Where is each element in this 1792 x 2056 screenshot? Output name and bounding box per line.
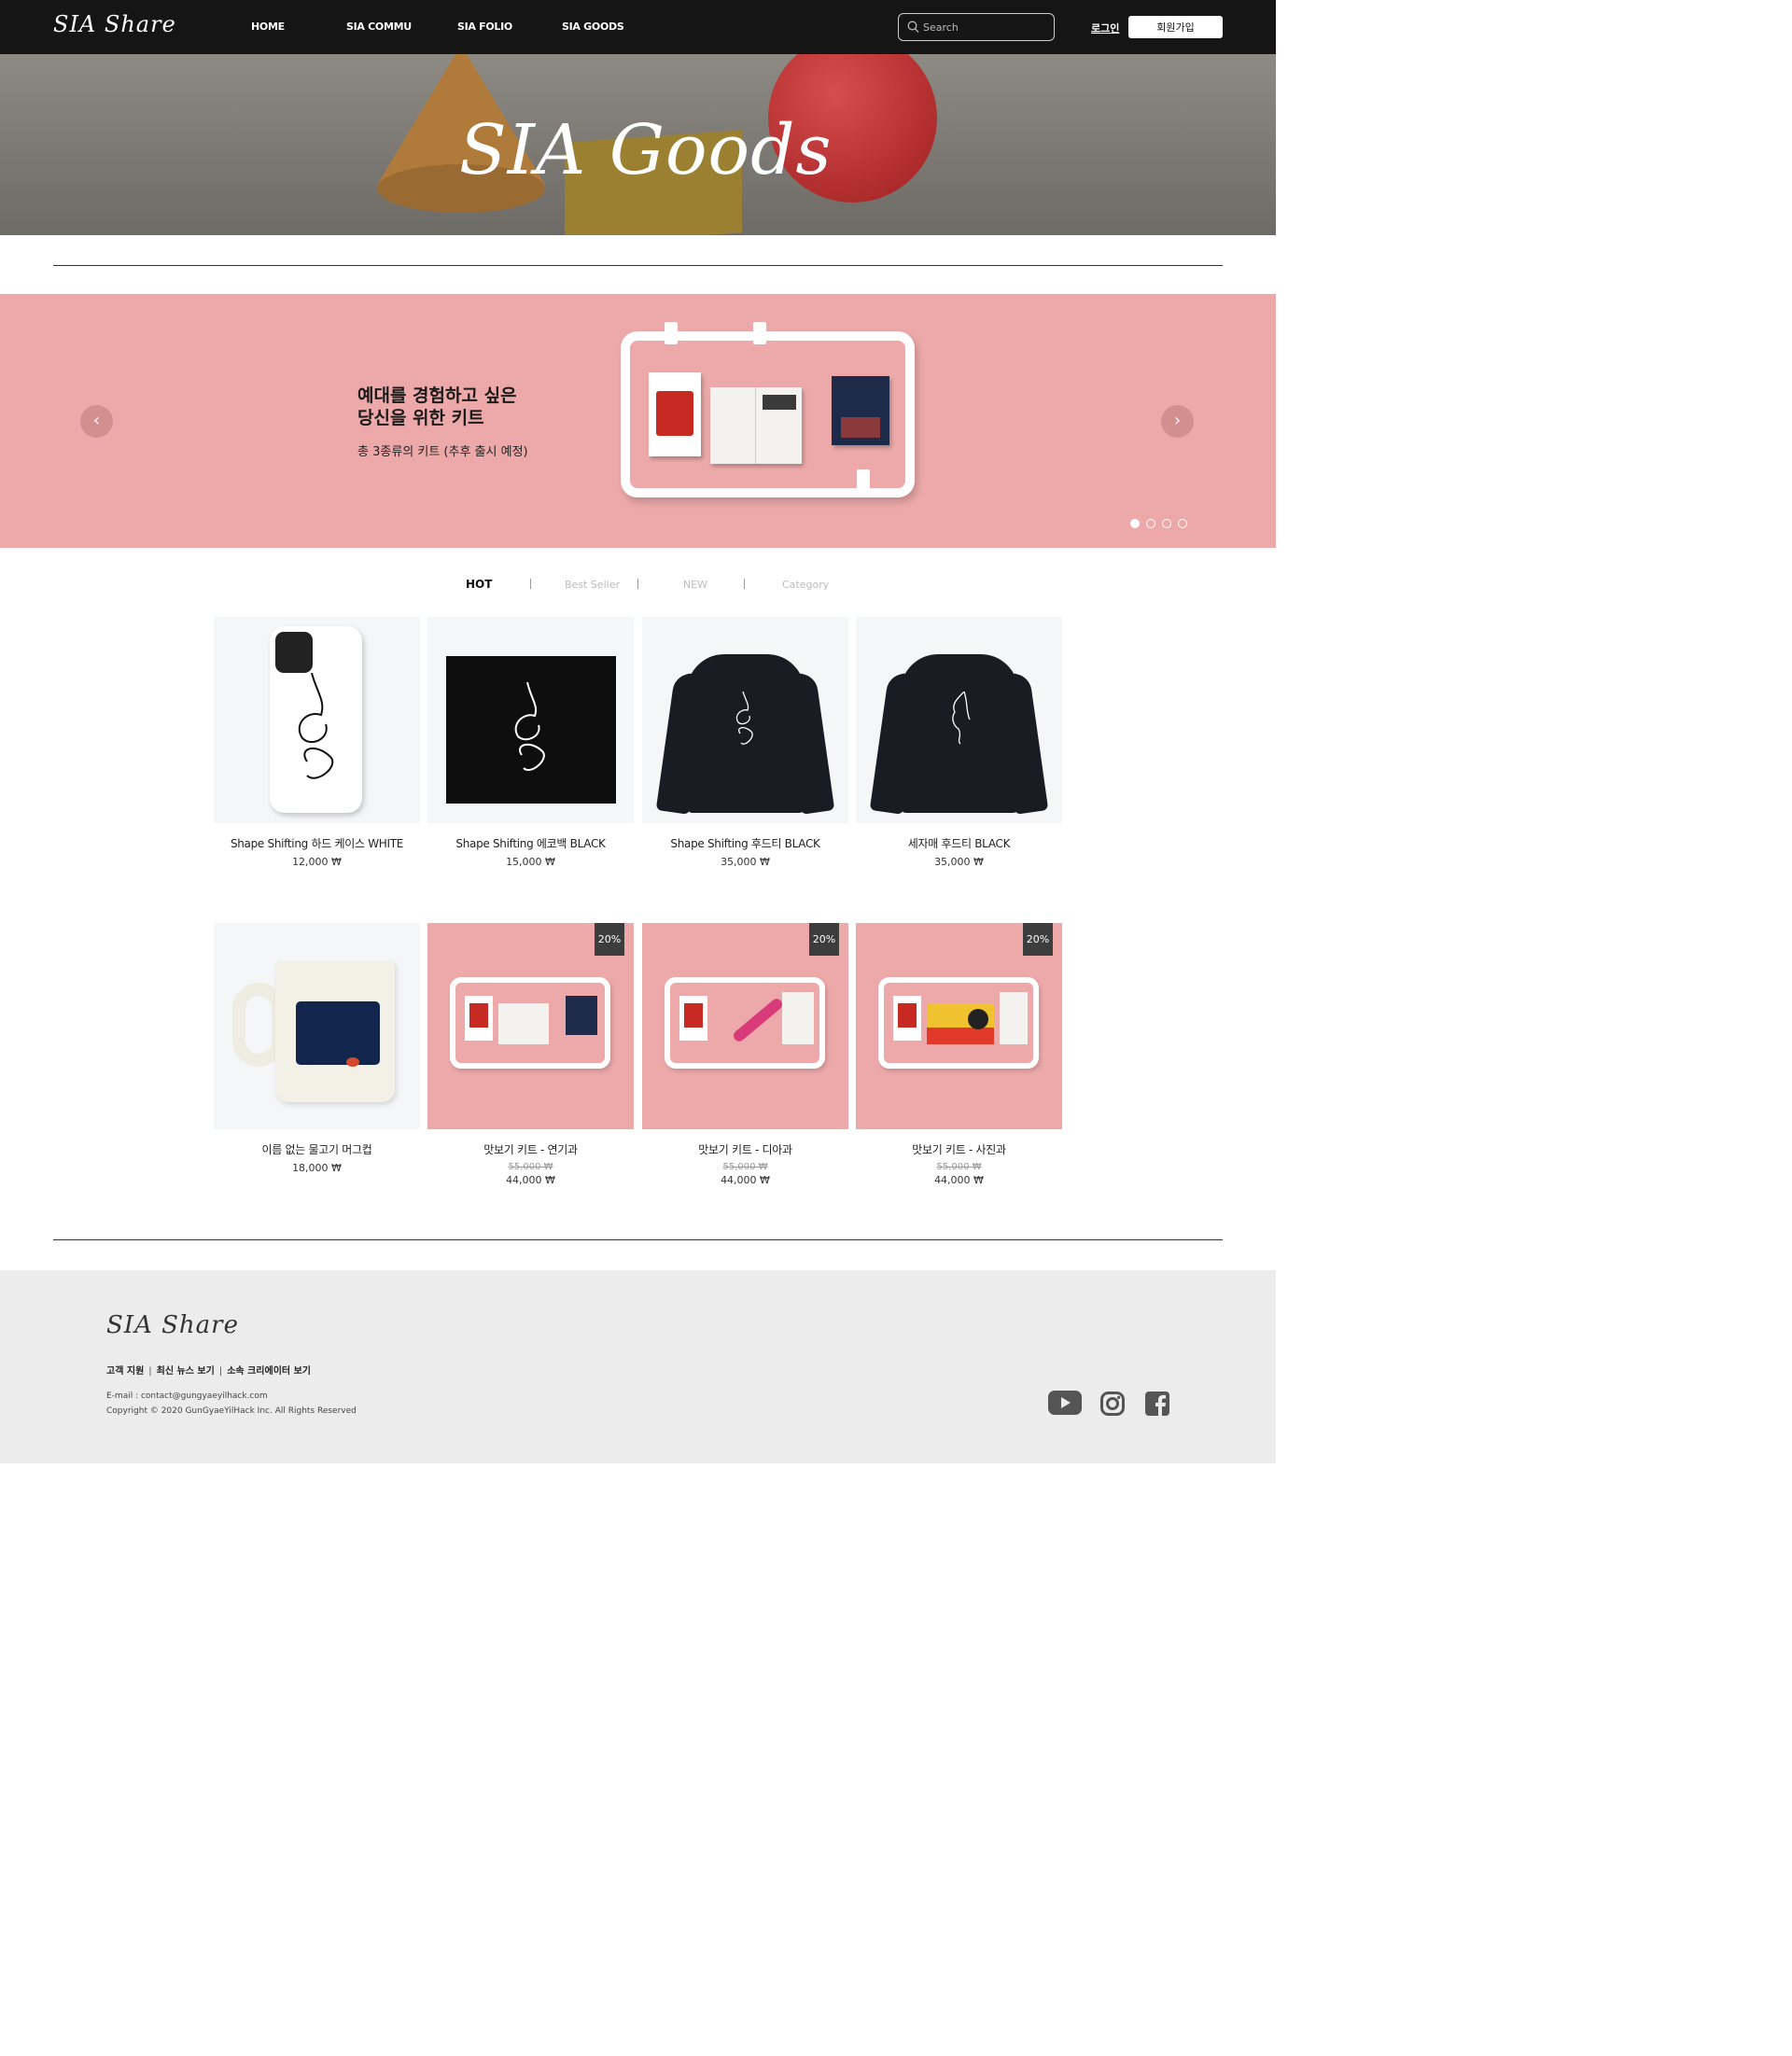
product-image[interactable]: 20% — [856, 923, 1062, 1129]
footer-logo[interactable]: SIA Share — [106, 1311, 239, 1339]
tab-new[interactable]: NEW — [683, 579, 707, 591]
facebook-icon[interactable] — [1145, 1392, 1169, 1416]
product-price: 44,000 ₩ — [934, 1174, 984, 1186]
site-footer: SIA Share 고객 지원 | 최신 뉴스 보기 | 소속 크리에이터 보기 E-m… — [0, 1270, 1276, 1463]
nav-sia-folio[interactable]: SIA FOLIO — [457, 21, 512, 33]
kit-frame-image — [665, 977, 825, 1069]
carousel-dot[interactable] — [1162, 519, 1171, 528]
face-line-art-icon — [514, 682, 545, 771]
tab-separator — [637, 579, 638, 589]
kit-frame-image — [450, 977, 610, 1069]
footer-link-support[interactable]: 고객 지원 — [106, 1366, 144, 1377]
promo-carousel: ‹ 예대를 경험하고 싶은 당신을 위한 키트 총 3종류의 키트 (추후 출시… — [0, 294, 1276, 548]
product-image[interactable] — [427, 617, 634, 823]
footer-email: E-mail : contact@gungyaeyilhack.com — [106, 1392, 268, 1401]
product-card[interactable]: 세자매 후드티 BLACK 35,000 ₩ — [856, 617, 1062, 868]
product-name[interactable]: 맛보기 키트 - 사진과 — [856, 1141, 1062, 1157]
kit-book-image — [710, 387, 802, 464]
search-input[interactable] — [923, 19, 1049, 35]
footer-link-creators[interactable]: 소속 크리에이터 보기 — [227, 1366, 311, 1377]
carousel-prev-button[interactable]: ‹ — [80, 405, 113, 438]
section-divider — [53, 1239, 1223, 1240]
product-name[interactable]: Shape Shifting 하드 케이스 WHITE — [214, 835, 420, 851]
product-name[interactable]: Shape Shifting 후드티 BLACK — [642, 835, 848, 851]
tab-hot[interactable]: HOT — [466, 578, 492, 591]
product-price: 12,000 ₩ — [292, 856, 342, 868]
kit-frame-image — [621, 322, 915, 497]
product-card[interactable]: Shape Shifting 하드 케이스 WHITE 12,000 ₩ — [214, 617, 420, 868]
nav-home[interactable]: HOME — [251, 21, 285, 33]
nav-sia-commu[interactable]: SIA COMMU — [346, 21, 412, 33]
youtube-icon[interactable] — [1048, 1391, 1082, 1415]
frame-peg — [753, 322, 766, 344]
section-divider — [53, 265, 1223, 266]
link-separator: | — [218, 1366, 223, 1377]
site-header: SIA Share HOME SIA COMMU SIA FOLIO SIA G… — [0, 0, 1276, 54]
kit-frame-image — [878, 977, 1039, 1069]
product-price: 44,000 ₩ — [506, 1174, 555, 1186]
hero-banner: SIA Goods — [0, 54, 1276, 235]
discount-badge: 20% — [809, 923, 839, 956]
carousel-headline: 예대를 경험하고 싶은 당신을 위한 키트 — [357, 385, 517, 429]
footer-copyright: Copyright © 2020 GunGyaeYilHack Inc. All… — [106, 1406, 357, 1416]
product-price: 44,000 ₩ — [721, 1174, 770, 1186]
search-icon — [907, 21, 919, 34]
carousel-next-button[interactable]: › — [1161, 405, 1194, 438]
tab-best-seller[interactable]: Best Seller — [565, 579, 620, 591]
kit-poster-image — [649, 372, 701, 456]
link-separator: | — [148, 1366, 152, 1377]
mug-body-shape — [275, 960, 395, 1102]
signup-button[interactable]: 회원가입 — [1128, 16, 1223, 38]
carousel-dot[interactable] — [1178, 519, 1187, 528]
carousel-subtitle: 총 3종류의 키트 (추후 출시 예정) — [357, 445, 528, 459]
face-line-art-icon — [298, 673, 334, 779]
frame-peg — [665, 322, 678, 344]
carousel-dot[interactable] — [1146, 519, 1155, 528]
kit-night-poster-image — [832, 376, 889, 445]
discount-badge: 20% — [1023, 923, 1053, 956]
product-image[interactable] — [214, 617, 420, 823]
footer-link-news[interactable]: 최신 뉴스 보기 — [157, 1366, 215, 1377]
product-price: 15,000 ₩ — [506, 856, 555, 868]
product-original-price: 55,000 ₩ — [722, 1162, 768, 1172]
product-card[interactable]: 20% 맛보기 키트 - 연기과 55,000 ₩ 44,000 ₩ — [427, 923, 634, 1186]
product-original-price: 55,000 ₩ — [508, 1162, 553, 1172]
product-image[interactable] — [214, 923, 420, 1129]
product-name[interactable]: 이름 없는 물고기 머그컵 — [214, 1141, 420, 1157]
product-card[interactable]: 20% 맛보기 키트 - 디아과 55,000 ₩ 44,000 ₩ — [642, 923, 848, 1186]
tab-separator — [744, 579, 745, 589]
product-name[interactable]: Shape Shifting 에코백 BLACK — [427, 835, 634, 851]
face-line-art-icon — [735, 692, 753, 745]
login-link[interactable]: 로그인 — [1091, 21, 1119, 35]
tab-separator — [530, 579, 531, 589]
site-logo[interactable]: SIA Share — [53, 11, 176, 37]
product-card[interactable]: 20% 맛보기 키트 - 사진과 55,000 ₩ 44,000 ₩ — [856, 923, 1062, 1186]
nav-sia-goods[interactable]: SIA GOODS — [562, 21, 624, 33]
carousel-headline-line2: 당신을 위한 키트 — [357, 408, 484, 428]
product-name[interactable]: 맛보기 키트 - 연기과 — [427, 1141, 634, 1157]
tab-category[interactable]: Category — [782, 579, 829, 591]
product-image[interactable] — [642, 617, 848, 823]
product-card[interactable]: Shape Shifting 후드티 BLACK 35,000 ₩ — [642, 617, 848, 868]
product-image[interactable]: 20% — [642, 923, 848, 1129]
carousel-headline-line1: 예대를 경험하고 싶은 — [357, 385, 517, 406]
hero-title: SIA Goods — [459, 110, 833, 190]
product-price: 18,000 ₩ — [292, 1162, 342, 1174]
product-name[interactable]: 세자매 후드티 BLACK — [856, 835, 1062, 851]
product-price: 35,000 ₩ — [721, 856, 770, 868]
product-original-price: 55,000 ₩ — [936, 1162, 982, 1172]
search-box[interactable] — [898, 13, 1055, 41]
product-name[interactable]: 맛보기 키트 - 디아과 — [642, 1141, 848, 1157]
face-profile-line-art-icon — [952, 692, 971, 745]
product-card[interactable]: Shape Shifting 에코백 BLACK 15,000 ₩ — [427, 617, 634, 868]
discount-badge: 20% — [595, 923, 624, 956]
frame-peg — [857, 469, 870, 492]
product-card[interactable]: 이름 없는 물고기 머그컵 18,000 ₩ — [214, 923, 420, 1174]
footer-links: 고객 지원 | 최신 뉴스 보기 | 소속 크리에이터 보기 — [106, 1363, 311, 1377]
product-price: 35,000 ₩ — [934, 856, 984, 868]
product-image[interactable] — [856, 617, 1062, 823]
instagram-icon[interactable] — [1100, 1392, 1125, 1416]
carousel-dot[interactable] — [1130, 519, 1140, 528]
product-image[interactable]: 20% — [427, 923, 634, 1129]
